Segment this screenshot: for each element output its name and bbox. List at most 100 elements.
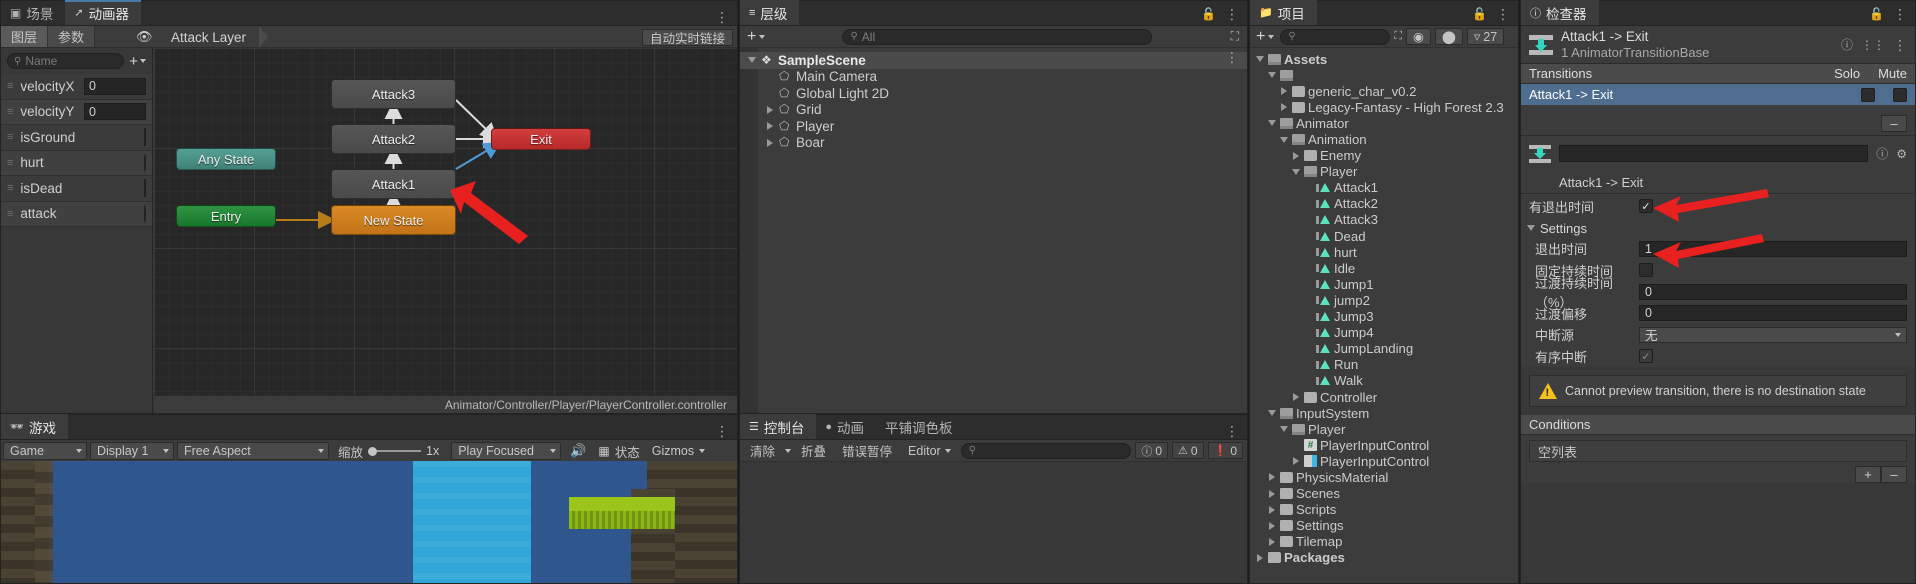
project-item-attack2[interactable]: Attack2 [1250,196,1518,212]
settings-foldout[interactable]: Settings [1521,218,1915,238]
kebab-icon[interactable]: ⋮ [1225,424,1239,438]
tab-scene[interactable]: ▣ 场景 [1,0,65,25]
preset-icon[interactable]: ⋮⋮ [1861,38,1885,52]
has-exit-time-checkbox[interactable]: ✓ [1639,199,1653,213]
kebab-icon[interactable]: ⋮ [1496,7,1510,21]
setting-中断源-dropdown[interactable]: 无 [1639,326,1907,343]
drag-handle-icon[interactable]: ≡ [7,80,13,92]
parameter-value-input[interactable]: 0 [84,77,146,95]
chevron-down-icon[interactable] [746,57,757,64]
auto-live-link-button[interactable]: 自动实时链接 [641,29,733,46]
hierarchy-item-samplescene[interactable]: ❖ SampleScene [740,52,1247,69]
project-item-hurt[interactable]: hurt [1250,244,1518,260]
lock-icon[interactable]: 🔓 [1472,7,1487,21]
game-mode-dropdown[interactable]: Game [3,442,87,460]
layers-button[interactable]: 图层 [1,26,49,47]
console-search-input[interactable]: ⚲ [960,442,1132,459]
chevron-right-icon[interactable] [1266,537,1277,546]
drag-handle-icon[interactable]: ≡ [7,208,13,220]
tab-project[interactable]: 📁 项目 [1250,0,1317,25]
add-parameter-button[interactable]: + [129,53,146,70]
chevron-right-icon[interactable] [1278,103,1289,112]
remove-condition-button[interactable]: – [1881,466,1907,483]
hierarchy-item-boar[interactable]: ⬠ Boar [740,135,1247,152]
tab-inspector[interactable]: ⓘ 检查器 [1521,0,1599,25]
chevron-down-icon[interactable] [1266,72,1277,79]
chevron-down-icon[interactable] [1278,136,1289,143]
play-mode-dropdown[interactable]: Play Focused [451,442,562,460]
collapse-button[interactable]: 折叠 [795,442,832,459]
kebab-icon[interactable]: ⋮ [715,10,729,24]
help-icon[interactable]: ⓘ [1841,36,1853,53]
parameter-row[interactable]: ≡ attack [1,201,152,227]
parameter-row[interactable]: ≡ hurt [1,150,152,176]
parameter-trigger-radio[interactable] [144,204,146,223]
project-item-inputsystem[interactable]: InputSystem [1250,405,1518,421]
project-item-animator[interactable]: Animator [1250,115,1518,131]
setting-过渡偏移-input[interactable]: 0 [1639,305,1907,322]
clear-console-button[interactable]: 清除 [744,442,781,459]
parameters-button[interactable]: 参数 [48,26,96,47]
tab-animation[interactable]: ● 动画 [816,414,876,439]
chevron-down-icon[interactable] [785,448,792,453]
chevron-right-icon[interactable] [1266,473,1277,482]
slider-knob[interactable] [368,446,378,456]
tab-hierarchy[interactable]: ≡ 层级 [740,0,800,25]
project-item-animation[interactable]: Animation [1250,131,1518,147]
chevron-right-icon[interactable] [1290,457,1301,466]
parameter-row[interactable]: ≡ velocityX 0 [1,74,152,100]
chevron-right-icon[interactable] [1266,505,1277,514]
chevron-right-icon[interactable] [764,138,775,147]
editor-dropdown[interactable]: Editor [902,442,957,459]
tab-animator[interactable]: ➚ 动画器 [65,0,142,25]
project-item-player[interactable]: Player [1250,421,1518,437]
project-item-run[interactable]: Run [1250,357,1518,373]
chevron-right-icon[interactable] [1266,521,1277,530]
display-dropdown[interactable]: Display 1 [90,442,174,460]
project-search-input[interactable]: ⚲ [1280,28,1391,45]
setting-退出时间-input[interactable]: 1 [1639,240,1907,257]
console-log-list[interactable] [740,462,1247,583]
chevron-down-icon[interactable] [1290,168,1301,175]
hierarchy-tree[interactable]: ❖ SampleScene ⬠ Main Camera ⬠ Global Light 2D… [740,48,1247,413]
parameter-bool-checkbox[interactable] [144,179,146,198]
chevron-right-icon[interactable] [764,122,775,131]
transition-list-row[interactable]: Attack1 -> Exit [1521,84,1915,105]
parameter-bool-checkbox[interactable] [144,128,146,147]
project-item-jump3[interactable]: Jump3 [1250,309,1518,325]
hierarchy-search-input[interactable]: ⚲ All [842,28,1153,45]
kebab-icon[interactable]: ⋮ [1225,7,1239,21]
project-item-attack1[interactable]: Attack1 [1250,180,1518,196]
project-item-player[interactable]: Player [1250,164,1518,180]
project-item-attack3[interactable]: Attack3 [1250,212,1518,228]
chevron-right-icon[interactable] [1254,553,1265,562]
error-count-badge[interactable]: ❗ 0 [1207,442,1243,459]
project-item-jumplanding[interactable]: JumpLanding [1250,341,1518,357]
chevron-right-icon[interactable] [1290,393,1301,402]
kebab-icon[interactable]: ⋮ [715,424,729,438]
project-item-legacy-fantasy-high-forest-2-3[interactable]: Legacy-Fantasy - High Forest 2.3 [1250,99,1518,115]
project-item-scenes[interactable]: Scenes [1250,486,1518,502]
drag-handle-icon[interactable]: ≡ [7,106,13,118]
graph-node-new-state[interactable]: New State [331,205,456,235]
parameter-value-input[interactable]: 0 [84,103,146,121]
create-asset-button[interactable]: + [1254,28,1276,46]
solo-checkbox[interactable] [1861,87,1875,102]
lock-icon[interactable]: 🔓 [1869,7,1884,21]
filter-by-type-icon[interactable]: ◉ [1406,28,1431,45]
animator-state-graph[interactable]: Attack3 Attack2 Attack1 Any State Entry New S… [154,48,737,395]
filter-by-label-icon[interactable]: ⬤ [1434,28,1463,45]
parameter-trigger-radio[interactable] [144,153,146,172]
transition-name-input[interactable] [1559,145,1869,162]
mute-audio-button[interactable]: 🔊 [564,442,592,460]
project-item-controller[interactable]: Controller [1250,389,1518,405]
project-item-assets[interactable]: Assets [1250,51,1518,67]
kebab-icon[interactable]: ⋮ [1893,7,1907,21]
project-item-enemy[interactable]: Enemy [1250,148,1518,164]
error-pause-button[interactable]: 错误暂停 [836,442,898,459]
game-view-render[interactable] [1,461,737,583]
project-item-jump2[interactable]: jump2 [1250,292,1518,308]
project-item-scripts[interactable]: Scripts [1250,502,1518,518]
aspect-dropdown[interactable]: Free Aspect [177,442,329,460]
project-item-playerinputcontrol[interactable]: # PlayerInputControl [1250,437,1518,453]
